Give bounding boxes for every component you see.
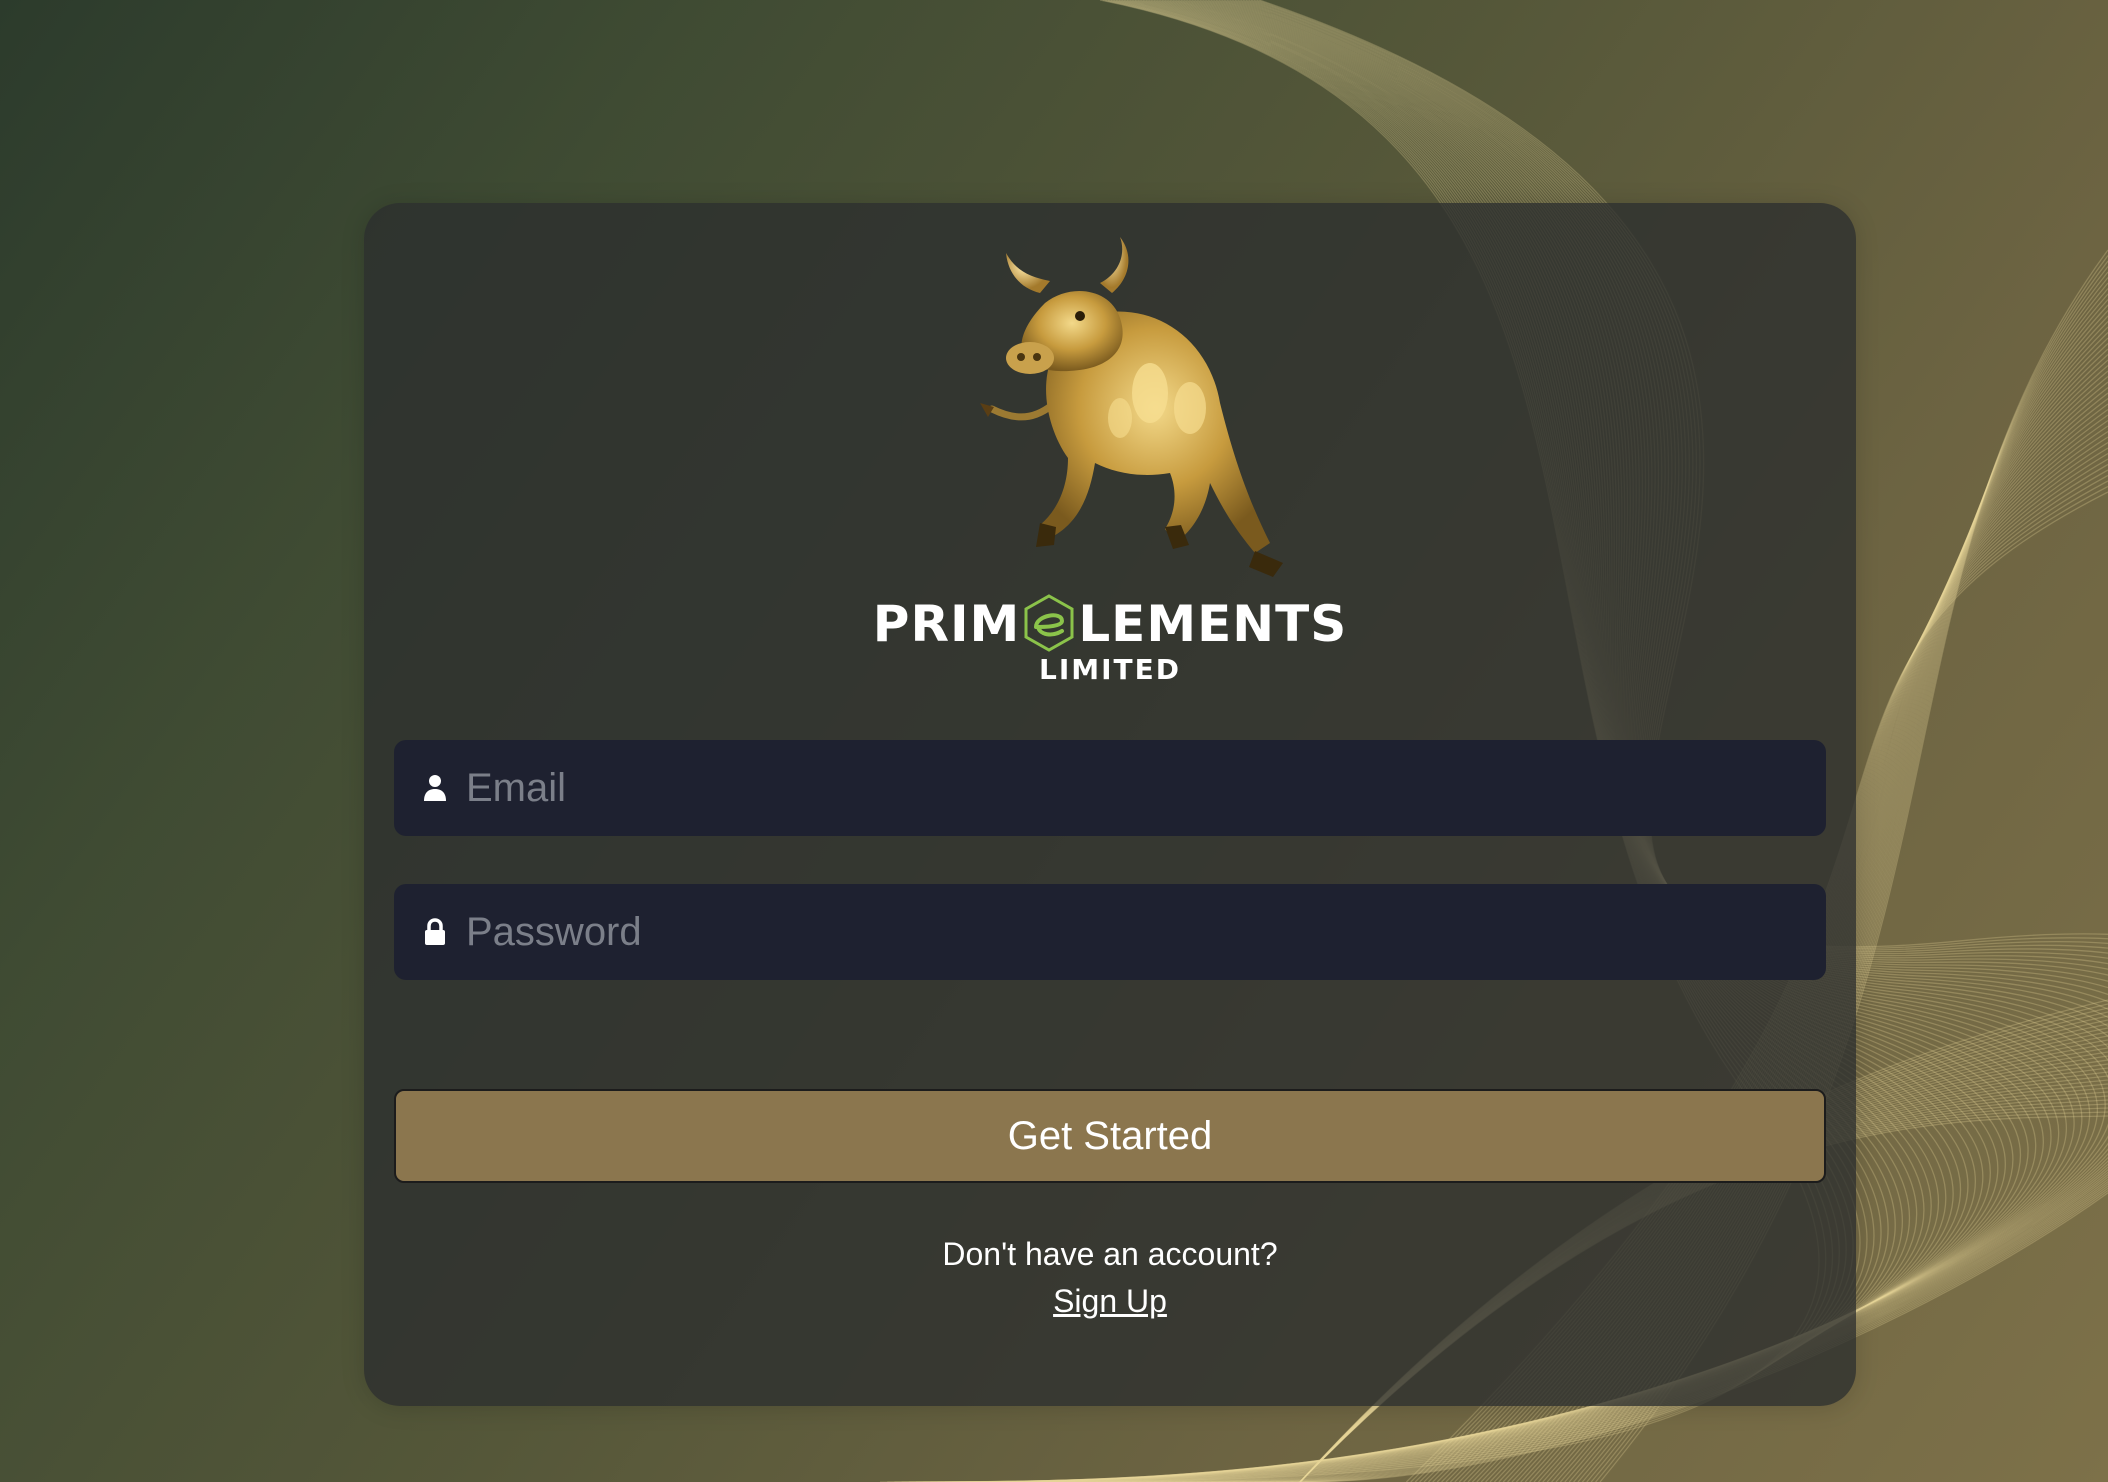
- bull-icon: [980, 237, 1283, 577]
- signup-link[interactable]: Sign Up: [1053, 1283, 1167, 1319]
- login-card: PRIM LEMENTS LIMITED Get Started Don't h…: [364, 203, 1856, 1406]
- user-icon: [424, 775, 446, 801]
- brand-name-right: LEMENTS: [1078, 595, 1348, 653]
- email-input[interactable]: [466, 740, 1796, 836]
- password-input[interactable]: [466, 884, 1796, 980]
- email-field[interactable]: [394, 740, 1826, 836]
- brand-subtitle: LIMITED: [1038, 653, 1181, 686]
- logo: [364, 233, 1856, 613]
- e-mark-icon: [1024, 594, 1074, 652]
- signup-container: Sign Up: [364, 1283, 1856, 1320]
- brand-name-left: PRIM: [872, 595, 1021, 653]
- get-started-button[interactable]: Get Started: [394, 1089, 1826, 1183]
- brand-name: PRIM LEMENTS: [364, 593, 1856, 653]
- signup-prompt: Don't have an account?: [942, 1236, 1278, 1272]
- password-field[interactable]: [394, 884, 1826, 980]
- lock-icon: [425, 918, 445, 945]
